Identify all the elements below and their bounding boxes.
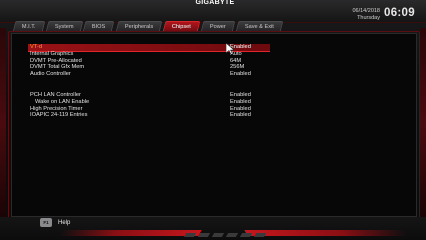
help-label[interactable]: Help [58, 220, 70, 226]
setting-row-dvmt-total-gfx-mem[interactable]: DVMT Total Gfx Mem 256M [18, 64, 398, 71]
datetime-display: 06/14/2018 Thursday 06:09 [340, 6, 420, 22]
day-text: Thursday [357, 15, 380, 21]
bios-screen: GIGABYTE M.I.T. System BIOS Peripherals … [0, 0, 426, 240]
settings-list: VT-d Enabled Internal Graphics Auto DVMT… [18, 44, 398, 119]
setting-row-audio-controller[interactable]: Audio Controller Enabled [18, 71, 398, 78]
setting-label: IOAPIC 24-119 Entries [30, 112, 88, 119]
tab-bar: M.I.T. System BIOS Peripherals Chipset P… [12, 21, 284, 32]
bottom-decor [183, 233, 267, 237]
mouse-pointer-icon [226, 43, 235, 55]
bottom-accent-left [58, 230, 202, 236]
bottom-accent-right [244, 230, 408, 236]
brand-logo: GIGABYTE [195, 0, 235, 6]
setting-row-high-precision-timer[interactable]: High Precision Timer Enabled [18, 106, 398, 113]
setting-row-ioapic-entries[interactable]: IOAPIC 24-119 Entries Enabled [18, 112, 398, 119]
right-accent-bar [420, 28, 426, 218]
setting-row-dvmt-pre-allocated[interactable]: DVMT Pre-Allocated 64M [18, 58, 398, 65]
date-text: 06/14/2018 [352, 8, 380, 14]
time-text: 06:09 [384, 7, 415, 19]
setting-row-vt-d[interactable]: VT-d Enabled [18, 44, 398, 52]
setting-row-internal-graphics[interactable]: Internal Graphics Auto [18, 51, 398, 58]
setting-row-wake-on-lan[interactable]: Wake on LAN Enable Enabled [18, 99, 398, 106]
setting-row-pch-lan-controller[interactable]: PCH LAN Controller Enabled [18, 92, 398, 99]
left-accent-bar [0, 28, 6, 218]
help-key-icon[interactable]: F1 [40, 218, 52, 227]
setting-value[interactable]: Enabled [230, 112, 251, 119]
